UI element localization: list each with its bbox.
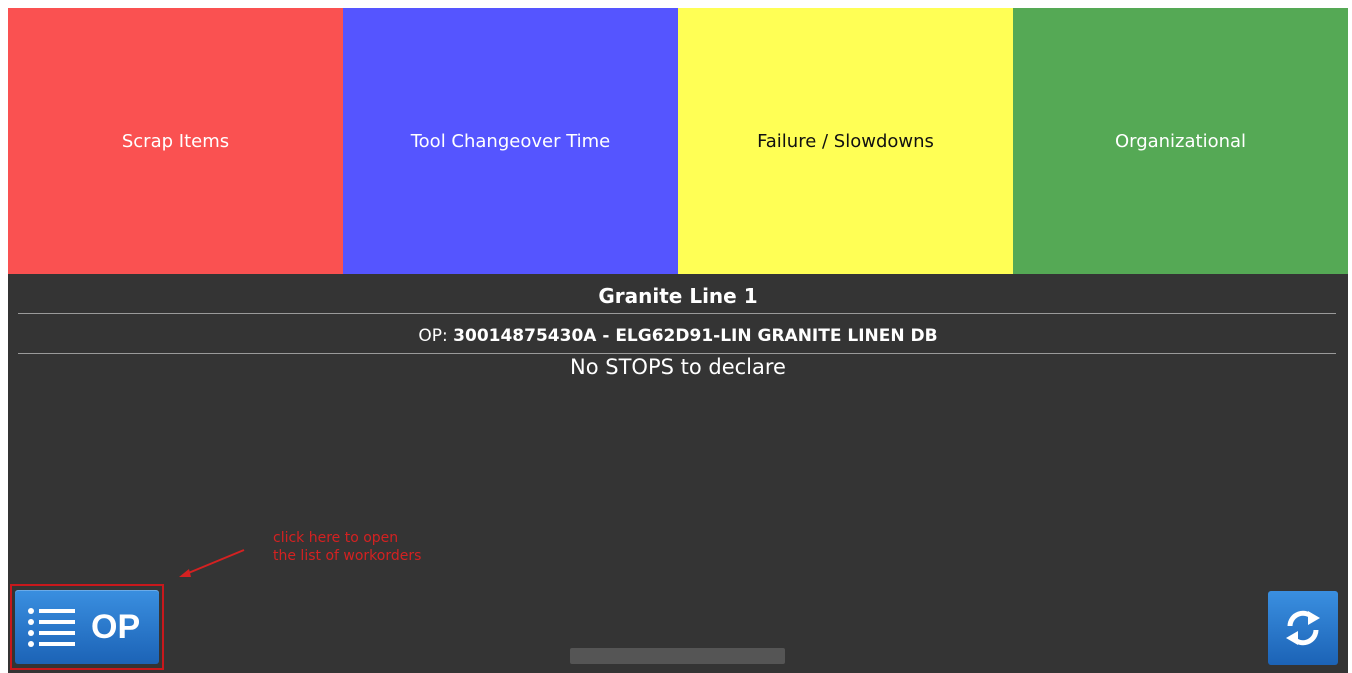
divider xyxy=(18,353,1336,354)
tile-organizational[interactable]: Organizational xyxy=(1013,8,1348,274)
tile-label: Failure / Slowdowns xyxy=(757,130,934,152)
op-workorders-button[interactable]: OP xyxy=(15,590,159,664)
status-message: No STOPS to declare xyxy=(570,355,786,379)
help-annotation: click here to open the list of workorder… xyxy=(273,529,421,565)
horizontal-scrollbar[interactable] xyxy=(570,648,785,664)
annotation-line: click here to open xyxy=(273,530,399,546)
screen: Scrap Items Tool Changeover Time Failure… xyxy=(0,0,1352,673)
line-title: Granite Line 1 xyxy=(598,284,758,308)
annotation-line: the list of workorders xyxy=(273,548,422,564)
tile-tool-changeover-time[interactable]: Tool Changeover Time xyxy=(343,8,678,274)
tile-label: Tool Changeover Time xyxy=(410,130,611,152)
current-op-info: OP: 30014875430A - ELG62D91-LIN GRANITE … xyxy=(8,326,1348,346)
refresh-button[interactable] xyxy=(1268,591,1338,665)
tile-scrap-items[interactable]: Scrap Items xyxy=(8,8,343,274)
list-icon xyxy=(28,608,75,647)
op-value: 30014875430A - ELG62D91-LIN GRANITE LINE… xyxy=(453,326,938,346)
tile-label: Scrap Items xyxy=(121,130,230,152)
op-prefix: OP: xyxy=(418,326,448,346)
divider xyxy=(18,313,1336,314)
refresh-icon xyxy=(1286,610,1320,646)
stop-category-tiles: Scrap Items Tool Changeover Time Failure… xyxy=(8,8,1348,274)
tile-label: Organizational xyxy=(1114,130,1247,152)
stop-declaration-panel: Scrap Items Tool Changeover Time Failure… xyxy=(8,8,1348,673)
tile-failure-slowdowns[interactable]: Failure / Slowdowns xyxy=(678,8,1013,274)
op-button-label: OP xyxy=(91,607,141,646)
